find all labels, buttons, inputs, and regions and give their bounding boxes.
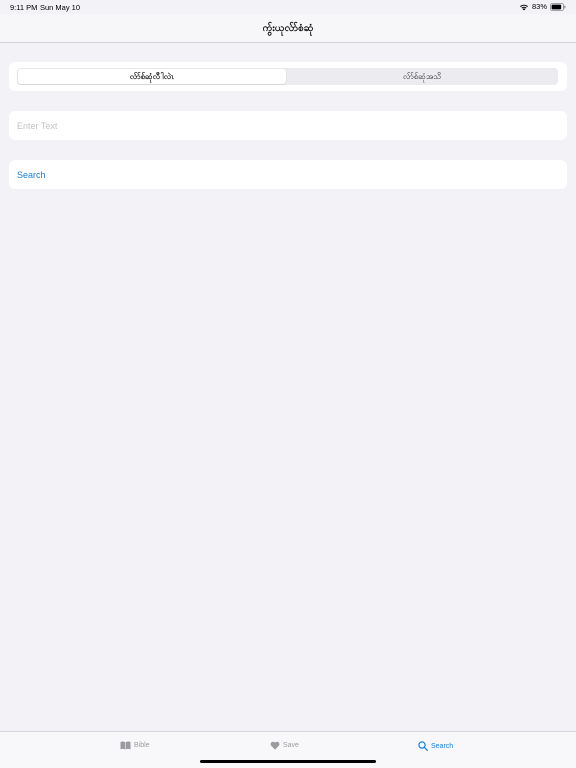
status-date: Sun May 10 [40, 3, 81, 12]
wifi-icon [519, 3, 529, 11]
tab-search[interactable]: Search [418, 741, 453, 751]
text-field-card [9, 111, 567, 140]
segment-card: လ်ာ်စ်ဆုံလီါလဲၤ လ်ာ်စ်ဆုံအသိ [9, 62, 567, 91]
segment-option-right[interactable]: လ်ာ်စ်ဆုံအသိ [288, 69, 556, 84]
search-button[interactable]: Search [9, 160, 567, 189]
battery-percent: 83% [531, 2, 547, 11]
tab-search-label: Search [431, 742, 454, 750]
segmented-control: လ်ာ်စ်ဆုံလီါလဲၤ လ်ာ်စ်ဆုံအသိ [17, 68, 558, 85]
tab-save[interactable]: Save [270, 741, 299, 750]
tab-bible[interactable]: Bible [120, 741, 150, 750]
status-indicators: 83% [519, 2, 566, 11]
status-time: 9:11 PM [10, 3, 38, 12]
status-bar: 9:11 PM Sun May 10 83% [0, 0, 576, 14]
navigation-bar: ကွ်းယုလ်ာ်စံဆုံ [0, 14, 576, 43]
search-text-input[interactable] [17, 111, 557, 140]
tab-bible-label: Bible [134, 742, 150, 749]
search-button-label: Search [17, 170, 46, 180]
screen: 9:11 PM Sun May 10 83% ကွ်းယုလ်ာ်စံဆုံ လ… [0, 0, 576, 768]
heart-icon [270, 741, 280, 750]
search-icon [418, 741, 428, 751]
book-icon [120, 741, 131, 750]
page-title: ကွ်းယုလ်ာ်စံဆုံ [262, 23, 314, 34]
tab-save-label: Save [283, 742, 299, 749]
battery-icon [550, 2, 566, 11]
segment-option-left[interactable]: လ်ာ်စ်ဆုံလီါလဲၤ [18, 69, 286, 84]
home-indicator [200, 760, 376, 763]
